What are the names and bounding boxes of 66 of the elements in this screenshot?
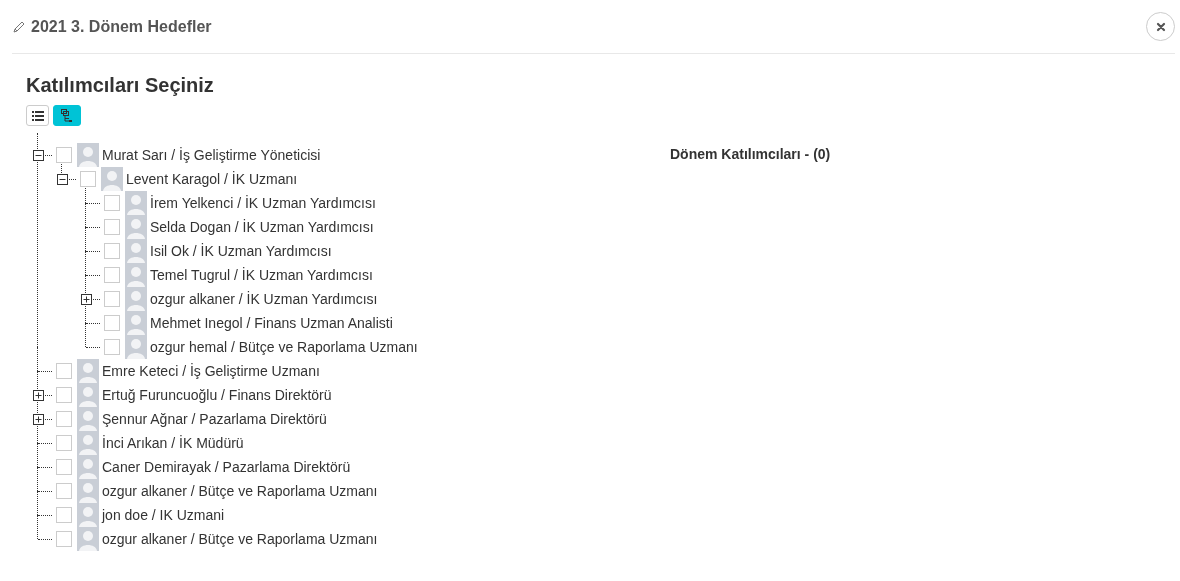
hierarchy-icon (61, 108, 73, 123)
close-button[interactable] (1146, 12, 1175, 41)
tree-item[interactable]: İnci Arıkan / İK Müdürü (102, 435, 244, 451)
checkbox[interactable] (56, 459, 72, 475)
tree-item[interactable]: Levent Karagol / İK Uzmanı (126, 171, 298, 187)
dialog-title: 2021 3. Dönem Hedefler (31, 17, 212, 36)
tree-item[interactable]: ozgur alkaner / İK Uzman Yardımcısı (150, 291, 378, 307)
checkbox[interactable] (56, 435, 72, 451)
avatar-placeholder (125, 191, 147, 215)
collapse-icon[interactable] (56, 173, 68, 185)
expand-icon[interactable] (80, 293, 92, 305)
list-icon (31, 110, 44, 121)
checkbox[interactable] (104, 267, 120, 283)
avatar-placeholder (125, 263, 147, 287)
checkbox[interactable] (56, 147, 72, 163)
collapse-icon[interactable] (32, 149, 44, 161)
avatar-placeholder (77, 431, 99, 455)
avatar-placeholder (101, 167, 123, 191)
avatar-placeholder (77, 479, 99, 503)
checkbox[interactable] (104, 315, 120, 331)
tree-item[interactable]: Isil Ok / İK Uzman Yardımcısı (150, 243, 332, 259)
close-icon (1155, 21, 1166, 32)
checkbox[interactable] (80, 171, 96, 187)
avatar-placeholder (77, 383, 99, 407)
tree-item[interactable]: Emre Keteci / İş Geliştirme Uzmanı (102, 363, 320, 379)
tree-item[interactable]: ozgur alkaner / Bütçe ve Raporlama Uzmanı (102, 531, 378, 547)
tree-item[interactable]: Ertuğ Furuncuoğlu / Finans Direktörü (102, 387, 332, 403)
panel-title: Dönem Katılımcıları - (0) (670, 146, 831, 162)
avatar-placeholder (77, 503, 99, 527)
checkbox[interactable] (104, 339, 120, 355)
expand-icon[interactable] (32, 389, 44, 401)
section-heading: Katılımcıları Seçiniz (26, 73, 215, 98)
tree-item[interactable]: Temel Tugrul / İK Uzman Yardımcısı (150, 267, 373, 283)
tree-item[interactable]: ozgur alkaner / Bütçe ve Raporlama Uzmanı (102, 483, 378, 499)
avatar-placeholder (77, 407, 99, 431)
tree-item[interactable]: jon doe / IK Uzmani (102, 507, 225, 523)
checkbox[interactable] (56, 483, 72, 499)
tree-item[interactable]: ozgur hemal / Bütçe ve Raporlama Uzmanı (150, 339, 418, 355)
checkbox[interactable] (104, 243, 120, 259)
avatar-placeholder (125, 287, 147, 311)
checkbox[interactable] (56, 387, 72, 403)
tree-item[interactable]: Caner Demirayak / Pazarlama Direktörü (102, 459, 351, 475)
avatar-placeholder (125, 311, 147, 335)
checkbox[interactable] (56, 507, 72, 523)
avatar-placeholder (125, 215, 147, 239)
checkbox[interactable] (56, 531, 72, 547)
avatar-placeholder (77, 527, 99, 551)
tree-view-button[interactable] (53, 105, 81, 126)
avatar-placeholder (77, 455, 99, 479)
avatar-placeholder (77, 143, 99, 167)
expand-icon[interactable] (32, 413, 44, 425)
tree-item[interactable]: Şennur Ağnar / Pazarlama Direktörü (102, 411, 327, 427)
checkbox[interactable] (56, 411, 72, 427)
checkbox[interactable] (104, 219, 120, 235)
avatar-placeholder (125, 335, 147, 359)
checkbox[interactable] (56, 363, 72, 379)
list-view-button[interactable] (26, 105, 49, 126)
tree-item[interactable]: İrem Yelkenci / İK Uzman Yardımcısı (150, 195, 376, 211)
avatar-placeholder (125, 239, 147, 263)
checkbox[interactable] (104, 291, 120, 307)
tree-item[interactable]: Mehmet Inegol / Finans Uzman Analisti (150, 315, 393, 331)
tree-item[interactable]: Selda Dogan / İK Uzman Yardımcısı (150, 219, 374, 235)
avatar-placeholder (77, 359, 99, 383)
checkbox[interactable] (104, 195, 120, 211)
tree-item[interactable]: Murat Sarı / İş Geliştirme Yöneticisi (102, 147, 321, 163)
pencil-icon (12, 19, 26, 34)
